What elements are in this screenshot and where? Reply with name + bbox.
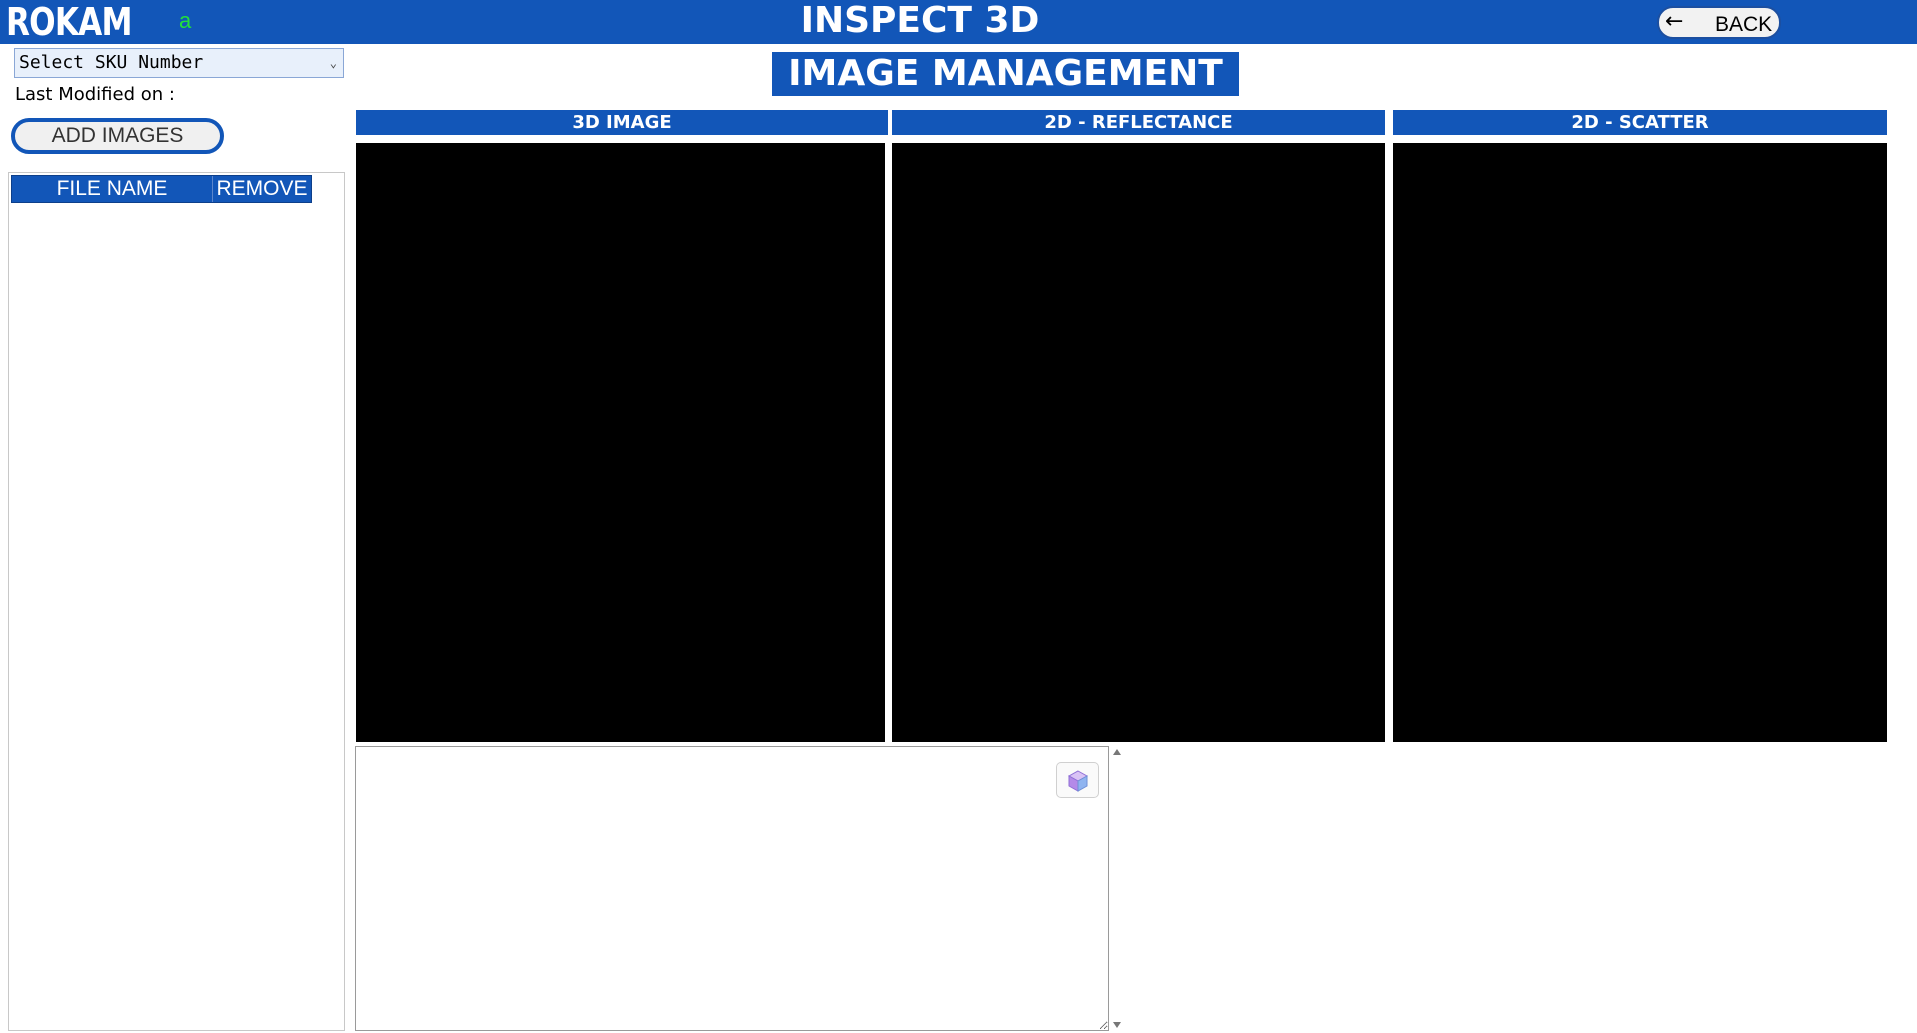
- last-modified-label: Last Modified on :: [15, 84, 175, 105]
- app-title: INSPECT 3D: [800, 0, 1040, 41]
- scroll-up-arrow-icon[interactable]: [1113, 749, 1121, 755]
- column-header-remove[interactable]: REMOVE: [212, 176, 311, 202]
- notes-textarea[interactable]: [355, 746, 1109, 1031]
- arrow-left-icon: ←: [1665, 9, 1684, 34]
- panel-header-2d-reflectance: 2D - REFLECTANCE: [892, 110, 1385, 135]
- viewer-3d-image[interactable]: [356, 143, 885, 742]
- chevron-down-icon: ⌄: [329, 56, 337, 70]
- top-bar: ROKAM a INSPECT 3D ← BACK: [0, 0, 1917, 44]
- file-table-header: FILE NAME REMOVE: [11, 175, 312, 203]
- cube-icon: [1067, 770, 1089, 792]
- scroll-down-arrow-icon[interactable]: [1113, 1022, 1121, 1028]
- back-button-label: BACK: [1715, 13, 1773, 36]
- viewer-2d-scatter[interactable]: [1393, 143, 1887, 742]
- viewer-2d-reflectance[interactable]: [892, 143, 1385, 742]
- sku-select-value: Select SKU Number: [19, 52, 204, 73]
- sku-select[interactable]: Select SKU Number ⌄: [14, 48, 344, 78]
- cube-tool-button[interactable]: [1056, 762, 1099, 798]
- file-list[interactable]: FILE NAME REMOVE: [8, 172, 345, 1031]
- section-title: IMAGE MANAGEMENT: [772, 52, 1239, 96]
- back-button[interactable]: ← BACK: [1657, 6, 1781, 39]
- column-header-file-name[interactable]: FILE NAME: [12, 176, 212, 202]
- panel-header-3d-image: 3D IMAGE: [356, 110, 888, 135]
- notes-scrollbar[interactable]: [1109, 746, 1125, 1031]
- add-images-button[interactable]: ADD IMAGES: [11, 118, 224, 154]
- panel-header-2d-scatter: 2D - SCATTER: [1393, 110, 1887, 135]
